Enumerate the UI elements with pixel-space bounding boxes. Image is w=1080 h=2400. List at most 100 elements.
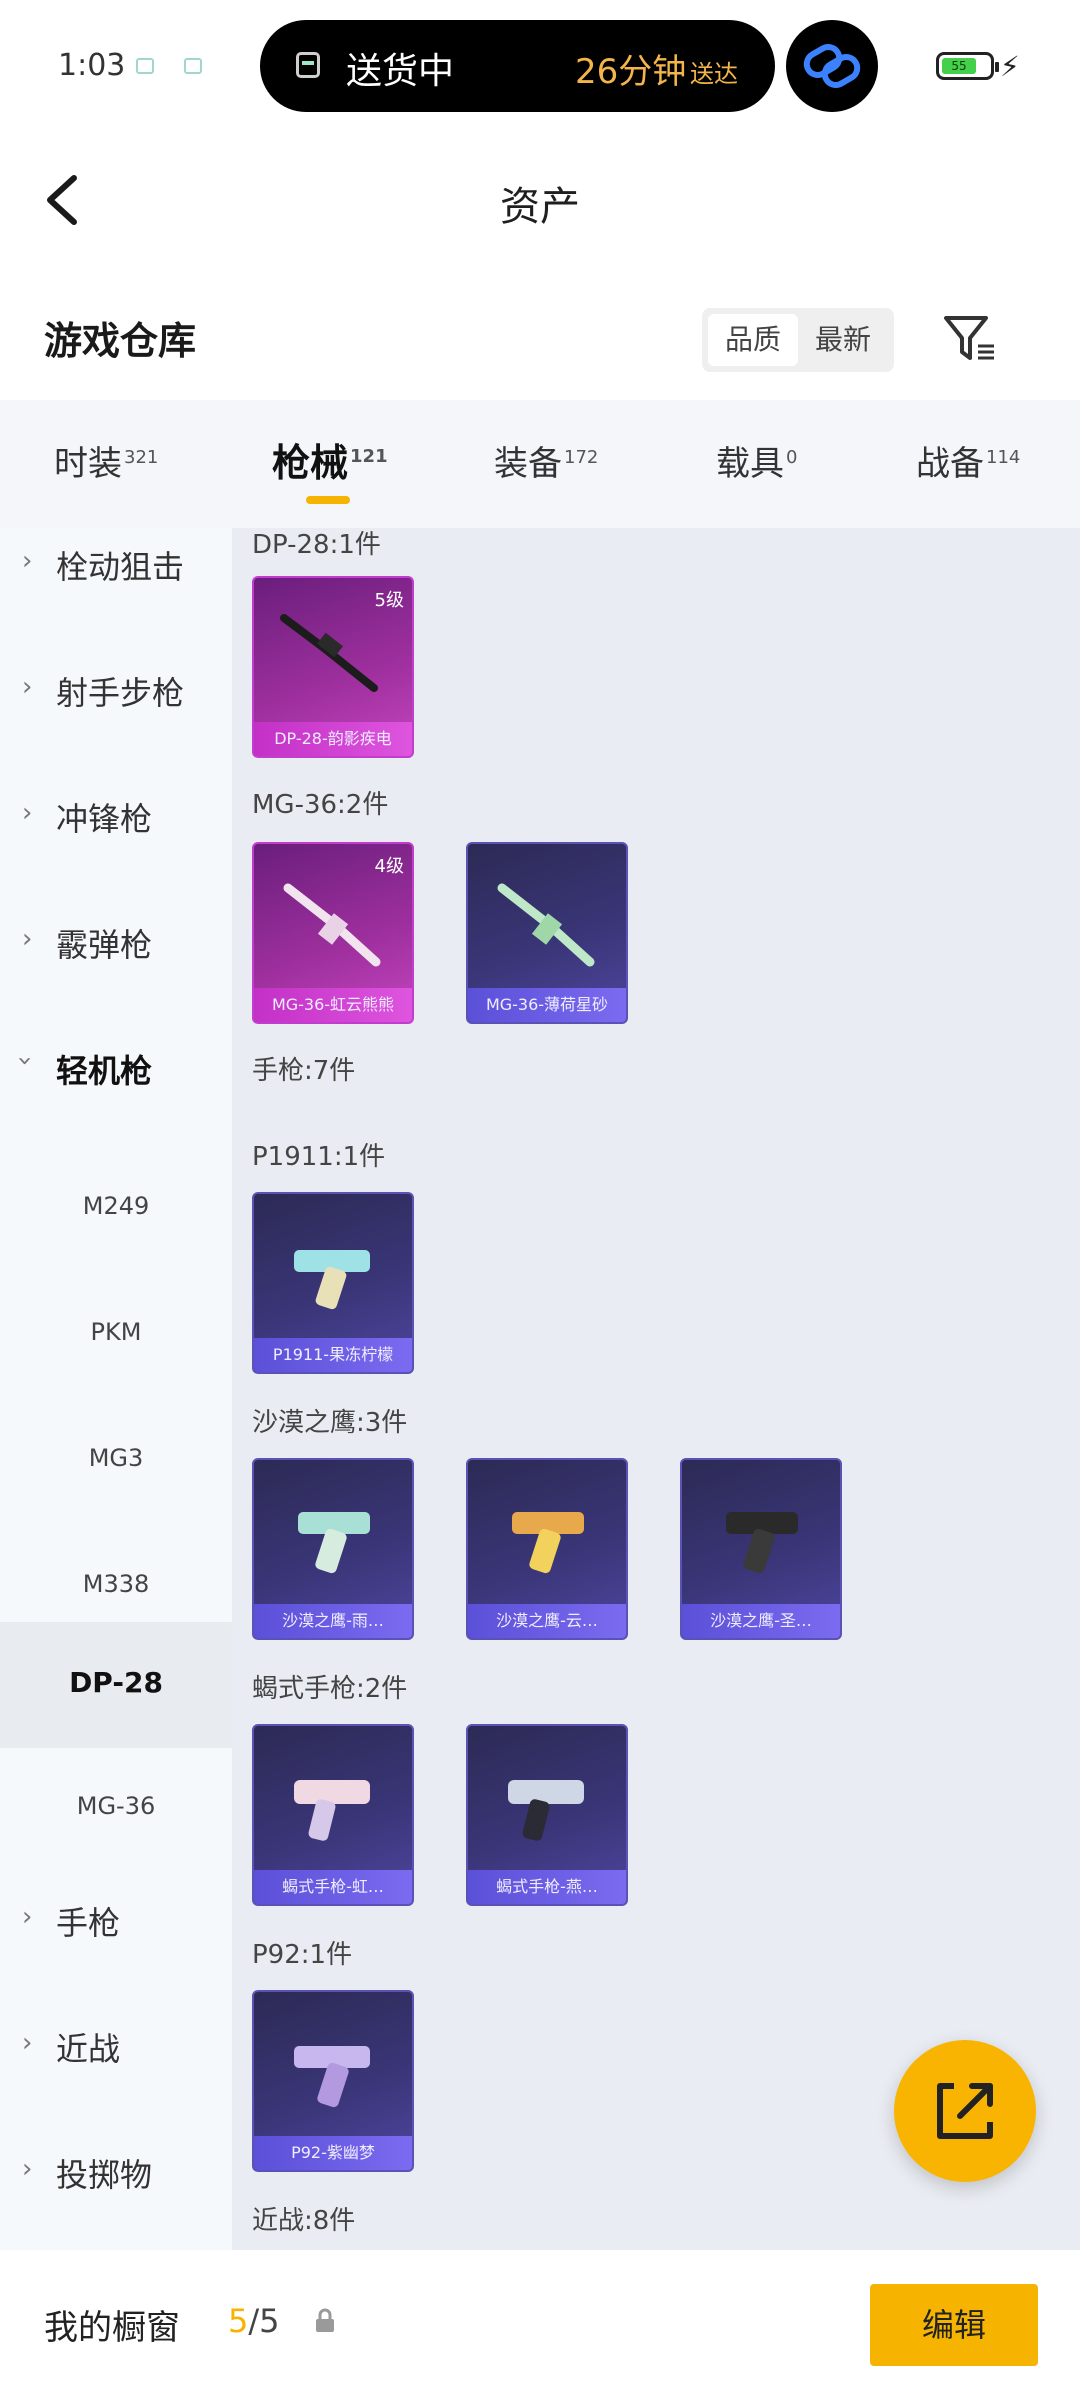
sidebar-subitem-m249[interactable]: M249 — [0, 1148, 232, 1274]
card-name: 蝎式手枪-虹… — [254, 1870, 412, 1904]
card-name: 沙漠之鹰-云… — [468, 1604, 626, 1638]
chevron-right-icon: › — [22, 2154, 33, 2184]
item-grid: DP-28:1件 5级 DP-28-韵影疾电 MG-36:2件 4级 MG-36… — [232, 528, 1080, 2250]
skin-card[interactable]: 5级 DP-28-韵影疾电 — [252, 576, 414, 758]
skin-card[interactable]: 蝎式手枪-虹… — [252, 1724, 414, 1906]
showcase-count-current: 5 — [228, 2302, 249, 2340]
sidebar-item-label: 投掷物 — [56, 2156, 153, 2194]
sidebar-subitem-dp28[interactable]: DP-28 — [0, 1622, 232, 1748]
gun-art-icon — [283, 883, 381, 967]
category-tabs: 时装 321 枪械 121 装备 172 载具 0 战备 114 — [0, 400, 1080, 528]
tab-supplies[interactable]: 战备 114 — [916, 436, 1020, 485]
sidebar-item-shotgun[interactable]: › 霰弹枪 — [0, 896, 232, 1022]
sidebar-item-label: 射手步枪 — [56, 674, 185, 712]
tab-equipment[interactable]: 装备 172 — [494, 436, 598, 485]
eta-text: 26分钟 — [575, 52, 687, 92]
notification-icon — [136, 58, 154, 74]
skin-card[interactable]: P1911-果冻柠檬 — [252, 1192, 414, 1374]
card-name: MG-36-虹云熊熊 — [254, 988, 412, 1022]
filter-icon — [944, 316, 994, 360]
skin-card[interactable]: 4级 MG-36-虹云熊熊 — [252, 842, 414, 1024]
tab-count: 0 — [786, 446, 798, 468]
chevron-right-icon: › — [22, 924, 33, 954]
sidebar-item-label: 栓动狙击 — [56, 548, 185, 586]
gun-art-icon — [726, 1512, 798, 1574]
battery-level: 55 — [942, 58, 976, 74]
skin-card[interactable]: 沙漠之鹰-云… — [466, 1458, 628, 1640]
sidebar-item-smg[interactable]: › 冲锋枪 — [0, 770, 232, 896]
card-name: P1911-果冻柠檬 — [254, 1338, 412, 1372]
edit-button[interactable]: 编辑 — [870, 2284, 1038, 2366]
sidebar-item-label: 轻机枪 — [56, 1052, 153, 1090]
sidebar-subitem-pkm[interactable]: PKM — [0, 1274, 232, 1400]
tab-label: 枪械 — [272, 441, 349, 485]
chevron-right-icon: › — [22, 1902, 33, 1932]
sidebar-item-pistol[interactable]: › 手枪 — [0, 1874, 232, 2000]
skin-card[interactable]: P92-紫幽梦 — [252, 1990, 414, 2172]
sort-toggle: 品质 最新 — [702, 308, 894, 372]
tab-firearms[interactable]: 枪械 121 — [272, 432, 388, 487]
group-label: 手枪:7件 — [252, 1056, 356, 1086]
status-bar: 1:03 送货中 26分钟 送达 55 ⚡ — [0, 0, 1080, 130]
group-label: 近战:8件 — [252, 2206, 356, 2236]
skin-card[interactable]: 沙漠之鹰-圣… — [680, 1458, 842, 1640]
live-activity-pill[interactable]: 送货中 26分钟 送达 — [260, 20, 775, 112]
gun-art-icon — [298, 1512, 370, 1574]
lock-icon — [316, 2308, 334, 2332]
chevron-right-icon: › — [22, 798, 33, 828]
tab-label: 装备 — [494, 444, 562, 484]
sidebar-item-throwable[interactable]: › 投掷物 — [0, 2126, 232, 2250]
chevron-down-icon: › — [10, 1055, 41, 1067]
gun-art-icon — [280, 614, 378, 692]
sidebar-subitem-label: M338 — [82, 1570, 150, 1598]
skin-card[interactable]: 蝎式手枪-燕… — [466, 1724, 628, 1906]
sidebar-subitem-mg3[interactable]: MG3 — [0, 1400, 232, 1526]
charging-icon: ⚡ — [1000, 50, 1020, 83]
battery-icon: 55 — [936, 52, 999, 80]
skin-card[interactable]: 沙漠之鹰-雨… — [252, 1458, 414, 1640]
sidebar-subitem-mg36[interactable]: MG-36 — [0, 1748, 232, 1874]
sort-quality[interactable]: 品质 — [708, 314, 798, 366]
message-icon — [184, 58, 202, 74]
sidebar-item-marksman[interactable]: › 射手步枪 — [0, 644, 232, 770]
group-label: DP-28:1件 — [252, 530, 381, 560]
link-bubble[interactable] — [786, 20, 878, 112]
tab-vehicles[interactable]: 载具 0 — [716, 436, 797, 485]
sidebar-item-label: 霰弹枪 — [56, 926, 153, 964]
delivery-app-icon — [296, 52, 320, 78]
filter-button[interactable] — [940, 308, 1000, 368]
skin-card[interactable]: MG-36-薄荷星砂 — [466, 842, 628, 1024]
status-time: 1:03 — [58, 48, 126, 83]
live-activity-text: 送货中 — [346, 51, 455, 92]
link-icon — [803, 44, 861, 88]
card-name: 沙漠之鹰-圣… — [682, 1604, 840, 1638]
share-fab[interactable] — [894, 2040, 1036, 2182]
group-label: 沙漠之鹰:3件 — [252, 1408, 408, 1438]
chevron-right-icon: › — [22, 546, 33, 576]
eta-suffix: 送达 — [690, 60, 738, 88]
sidebar-item-label: 冲锋枪 — [56, 800, 153, 838]
showcase-count: 5/5 — [228, 2302, 280, 2340]
sort-newest[interactable]: 最新 — [798, 314, 888, 366]
group-label: P92:1件 — [252, 1940, 353, 1970]
chevron-right-icon: › — [22, 2028, 33, 2058]
sidebar-item-bolt-action[interactable]: › 栓动狙击 — [0, 528, 232, 644]
active-tab-indicator — [306, 496, 350, 504]
tab-count: 321 — [124, 446, 159, 468]
gun-art-icon — [294, 2046, 370, 2108]
page-header: 资产 — [0, 130, 1080, 270]
card-name: 蝎式手枪-燕… — [468, 1870, 626, 1904]
tab-label: 战备 — [916, 444, 984, 484]
gun-art-icon — [512, 1512, 584, 1574]
sidebar-item-melee[interactable]: › 近战 — [0, 2000, 232, 2126]
sidebar-item-lmg[interactable]: › 轻机枪 — [0, 1022, 232, 1148]
gun-art-icon — [294, 1250, 370, 1310]
card-name: DP-28-韵影疾电 — [254, 722, 412, 756]
weapon-category-sidebar: › 栓动狙击 › 射手步枪 › 冲锋枪 › 霰弹枪 › 轻机枪 M249 PKM… — [0, 528, 232, 2250]
external-link-icon — [937, 2083, 993, 2139]
tab-fashion[interactable]: 时装 321 — [54, 436, 158, 485]
section-header: 游戏仓库 品质 最新 — [0, 270, 1080, 400]
group-label: MG-36:2件 — [252, 790, 389, 820]
showcase-label: 我的橱窗 — [44, 2308, 180, 2348]
gun-art-icon — [497, 883, 595, 967]
